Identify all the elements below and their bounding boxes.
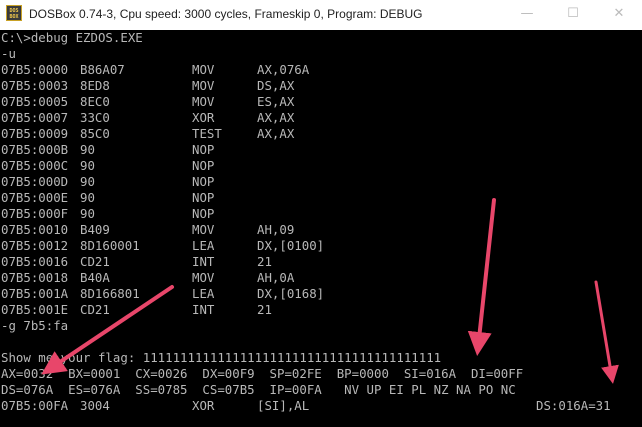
instr-operands: [SI],AL	[257, 398, 310, 413]
disasm-mnem: INT	[192, 302, 215, 317]
disasm-row: 07B5:0016 CD21 INT 21	[1, 254, 641, 270]
dosbox-app-icon: DOS BOX	[6, 5, 22, 21]
disasm-ops: AH,0A	[257, 270, 295, 285]
disasm-row: 07B5:0012 8D160001 LEA DX,[0100]	[1, 238, 641, 254]
disasm-addr: 07B5:001A	[1, 286, 69, 301]
disasm-addr: 07B5:0009	[1, 126, 69, 141]
disasm-ops: AX,AX	[257, 126, 295, 141]
disasm-addr: 07B5:000B	[1, 142, 69, 157]
disasm-mnem: MOV	[192, 62, 215, 77]
window-title: DOSBox 0.74-3, Cpu speed: 3000 cycles, F…	[29, 7, 423, 21]
close-button[interactable]: ✕	[596, 0, 642, 30]
disasm-addr: 07B5:000F	[1, 206, 69, 221]
disasm-mnem: NOP	[192, 142, 215, 157]
dos-terminal[interactable]: C:\>debug EZDOS.EXE -u 07B5:0000 B86A07 MO…	[0, 30, 642, 427]
disasm-mnem: INT	[192, 254, 215, 269]
disasm-bytes: CD21	[80, 302, 110, 317]
disasm-addr: 07B5:0003	[1, 78, 69, 93]
disasm-mnem: MOV	[192, 222, 215, 237]
disasm-addr: 07B5:000C	[1, 158, 69, 173]
disasm-row: 07B5:001E CD21 INT 21	[1, 302, 641, 318]
disasm-bytes: 90	[80, 158, 95, 173]
instr-mnemonic: XOR	[192, 398, 215, 413]
maximize-button[interactable]: ☐	[550, 0, 596, 30]
disasm-bytes: 85C0	[80, 126, 110, 141]
disasm-addr: 07B5:000D	[1, 174, 69, 189]
disasm-addr: 07B5:0007	[1, 110, 69, 125]
prompt-line: C:\>debug EZDOS.EXE	[1, 30, 143, 45]
disasm-mnem: TEST	[192, 126, 222, 141]
disasm-mnem: LEA	[192, 286, 215, 301]
disasm-bytes: B40A	[80, 270, 110, 285]
disasm-ops: 21	[257, 302, 272, 317]
disasm-bytes: 90	[80, 142, 95, 157]
register-line-2: DS=076A ES=076A SS=0785 CS=07B5 IP=00FA …	[1, 382, 516, 397]
instr-bytes: 3004	[80, 398, 110, 413]
disasm-row: 07B5:000E 90 NOP	[1, 190, 641, 206]
disasm-mnem: NOP	[192, 206, 215, 221]
command-unassemble: -u	[1, 46, 16, 61]
disasm-row: 07B5:0003 8ED8 MOV DS,AX	[1, 78, 641, 94]
instr-memory-value: DS:016A=31	[536, 398, 611, 413]
disasm-addr: 07B5:0016	[1, 254, 69, 269]
register-line-1: AX=0032 BX=0001 CX=0026 DX=00F9 SP=02FE …	[1, 366, 524, 381]
disasm-mnem: NOP	[192, 190, 215, 205]
disasm-bytes: 8D166801	[80, 286, 140, 301]
disasm-row: 07B5:0000 B86A07 MOV AX,076A	[1, 62, 641, 78]
disasm-ops: AX,076A	[257, 62, 310, 77]
disasm-ops: 21	[257, 254, 272, 269]
disasm-mnem: NOP	[192, 158, 215, 173]
disasm-row: 07B5:000C 90 NOP	[1, 158, 641, 174]
disasm-row: 07B5:001A 8D166801 LEA DX,[0168]	[1, 286, 641, 302]
disasm-mnem: LEA	[192, 238, 215, 253]
instr-address: 07B5:00FA	[1, 398, 69, 413]
disasm-ops: AH,09	[257, 222, 295, 237]
window-titlebar[interactable]: DOS BOX DOSBox 0.74-3, Cpu speed: 3000 c…	[0, 0, 642, 30]
disasm-addr: 07B5:0005	[1, 94, 69, 109]
disasm-addr: 07B5:0012	[1, 238, 69, 253]
disasm-ops: DX,[0100]	[257, 238, 325, 253]
disasm-row: 07B5:0018 B40A MOV AH,0A	[1, 270, 641, 286]
disasm-addr: 07B5:0000	[1, 62, 69, 77]
disasm-row: 07B5:0010 B409 MOV AH,09	[1, 222, 641, 238]
minimize-button[interactable]: —	[504, 0, 550, 30]
disasm-ops: DS,AX	[257, 78, 295, 93]
disasm-row: 07B5:000D 90 NOP	[1, 174, 641, 190]
disasm-bytes: 33C0	[80, 110, 110, 125]
disasm-mnem: MOV	[192, 270, 215, 285]
disasm-mnem: MOV	[192, 94, 215, 109]
disasm-bytes: 8EC0	[80, 94, 110, 109]
disasm-row: 07B5:000F 90 NOP	[1, 206, 641, 222]
disasm-row: 07B5:0009 85C0 TEST AX,AX	[1, 126, 641, 142]
disasm-addr: 07B5:000E	[1, 190, 69, 205]
disasm-addr: 07B5:0010	[1, 222, 69, 237]
disasm-addr: 07B5:001E	[1, 302, 69, 317]
disasm-row: 07B5:000B 90 NOP	[1, 142, 641, 158]
disasm-bytes: 90	[80, 190, 95, 205]
disasm-bytes: B86A07	[80, 62, 125, 77]
disasm-row: 07B5:0007 33C0 XOR AX,AX	[1, 110, 641, 126]
disasm-mnem: MOV	[192, 78, 215, 93]
disasm-bytes: B409	[80, 222, 110, 237]
command-go: -g 7b5:fa	[1, 318, 69, 333]
disasm-addr: 07B5:0018	[1, 270, 69, 285]
disasm-bytes: 90	[80, 174, 95, 189]
disasm-row: 07B5:0005 8EC0 MOV ES,AX	[1, 94, 641, 110]
program-output-line: Show me your flag: 111111111111111111111…	[1, 350, 442, 365]
disasm-bytes: 8ED8	[80, 78, 110, 93]
disasm-mnem: NOP	[192, 174, 215, 189]
disasm-ops: ES,AX	[257, 94, 295, 109]
disasm-mnem: XOR	[192, 110, 215, 125]
current-instruction-line: 07B5:00FA 3004 XOR [SI],AL DS:016A=31	[1, 398, 641, 414]
disasm-ops: AX,AX	[257, 110, 295, 125]
disasm-ops: DX,[0168]	[257, 286, 325, 301]
disasm-bytes: CD21	[80, 254, 110, 269]
disasm-bytes: 90	[80, 206, 95, 221]
disasm-bytes: 8D160001	[80, 238, 140, 253]
